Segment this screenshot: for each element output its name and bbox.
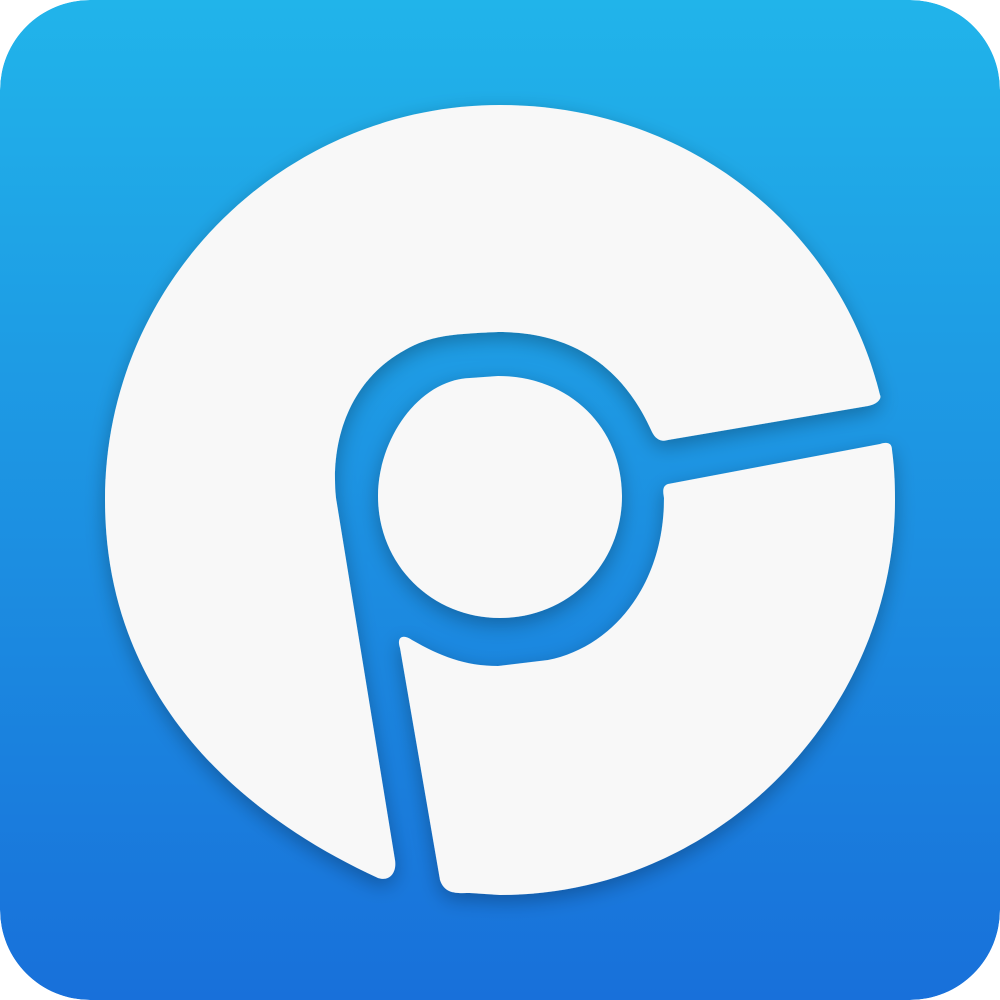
app-icon[interactable] [0,0,1000,1000]
browser-logo-icon [0,0,1000,1000]
inner-circle [378,376,622,618]
